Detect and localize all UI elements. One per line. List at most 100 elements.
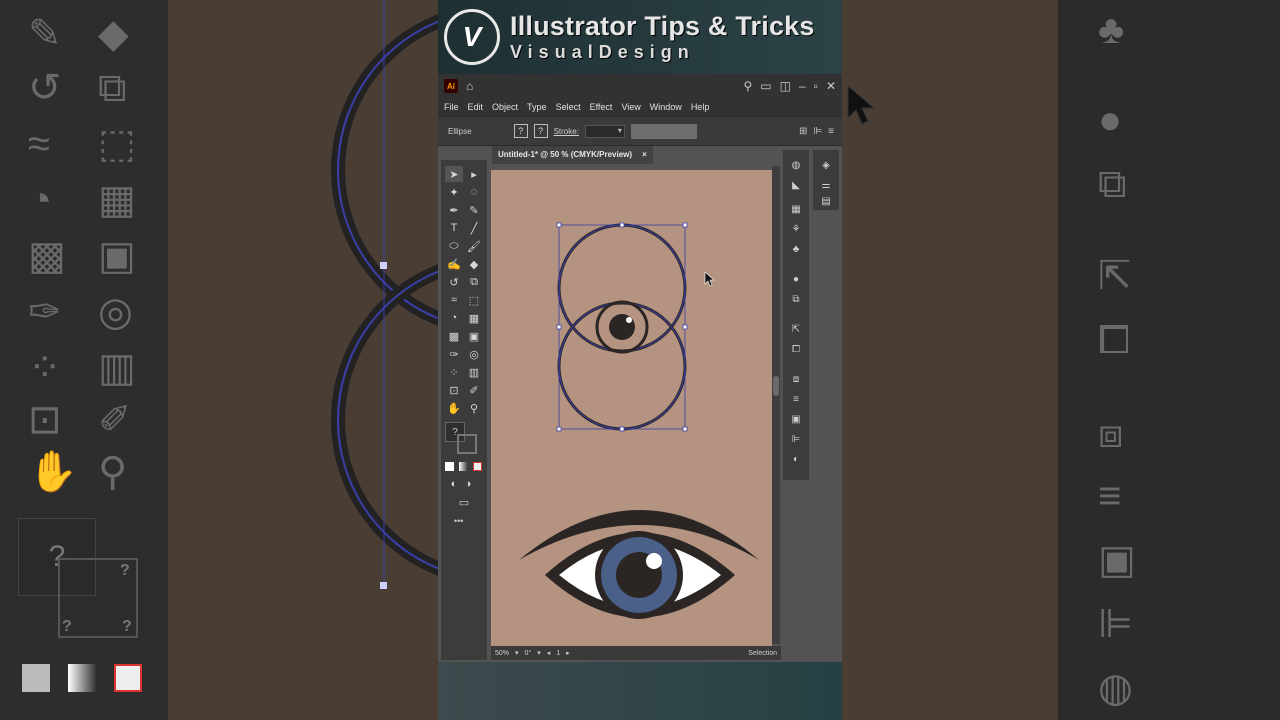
close-document-icon[interactable]: × [642,150,647,160]
zoom-dropdown-icon[interactable]: ▾ [515,649,519,657]
transform-icon[interactable]: ⊫ [813,126,822,137]
swatches-icon[interactable]: ▦ [788,202,804,216]
pathfinder-icon[interactable]: ⧈ [788,372,804,386]
color-guide-icon[interactable]: ◣ [788,178,804,192]
artboard-nav-prev-icon[interactable]: ◂ [547,649,551,657]
background-right: ♣ ● ⧉ ⇱ ⧠ ⧈ ≡ ▣ ⊫ ◍ [842,0,1280,720]
artboard-nav-next-icon[interactable]: ▸ [566,649,570,657]
asset-export-icon[interactable]: ⇱ [788,322,804,336]
gradient-tool-icon[interactable]: ▣ [465,328,483,344]
stroke-box[interactable]: ? [533,124,548,138]
gradient-panel-icon[interactable]: ▣ [788,412,804,426]
eraser-tool-icon[interactable]: ◆ [465,256,483,272]
variable-width-dropdown[interactable] [630,123,697,139]
curvature-tool-icon[interactable]: ✎ [465,202,483,218]
menu-effect[interactable]: Effect [590,102,613,112]
symbols-icon[interactable]: ♣ [788,242,804,256]
menu-edit[interactable]: Edit [468,102,484,112]
align-panel-icon[interactable]: ⊫ [788,432,804,446]
stroke-weight-dropdown[interactable]: ▾ [584,124,625,138]
menu-window[interactable]: Window [650,102,682,112]
maximize-icon[interactable]: ▫ [814,79,818,93]
vertical-scrollbar[interactable] [772,166,780,644]
construction-circles[interactable] [556,222,688,432]
canvas-area[interactable] [491,170,772,646]
scroll-thumb[interactable] [773,376,779,396]
eye-illustration[interactable] [519,510,759,619]
minimize-icon[interactable]: – [799,79,806,93]
search-icon[interactable]: ⚲ [744,79,753,93]
fill-box[interactable]: ? [513,124,528,138]
screen-mode-icon[interactable]: ▭ [455,494,473,510]
type-tool-icon[interactable]: T [445,220,463,236]
rotation-dropdown-icon[interactable]: ▾ [537,649,541,657]
menu-type[interactable]: Type [527,102,547,112]
gradient-mode-icon[interactable] [459,462,468,471]
zoom-level[interactable]: 50% [495,650,509,657]
draw-behind-icon[interactable]: ◑ [459,476,477,492]
menu-help[interactable]: Help [691,102,710,112]
libraries-icon[interactable]: ▤ [818,194,834,208]
brushes-icon[interactable]: ⚘ [788,222,804,236]
bg-club-icon: ♣ [1098,8,1125,52]
bg-warp-icon: ≈ [28,122,50,166]
artboard[interactable] [491,170,772,646]
bg-question-c: ? [122,618,132,635]
status-bar: 50% ▾ 0° ▾ ◂ 1 ▸ Selection [491,646,781,660]
edit-toolbar-icon[interactable]: ••• [454,516,463,526]
free-transform-tool-icon[interactable]: ⬚ [465,292,483,308]
slice-tool-icon[interactable]: ✐ [465,382,483,398]
shape-builder-tool-icon[interactable]: ◔ [445,310,463,326]
home-icon[interactable]: ⌂ [466,79,473,93]
layers-icon[interactable]: ◈ [818,158,834,172]
bg-appearance-icon: ◍ [1098,666,1133,710]
pen-tool-icon[interactable]: ✒ [445,202,463,218]
symbol-sprayer-tool-icon[interactable]: ⁘ [445,364,463,380]
selection-tool-icon[interactable]: ➤ [445,166,463,182]
menu-view[interactable]: View [621,102,640,112]
rotate-tool-icon[interactable]: ↺ [445,274,463,290]
menu-file[interactable]: File [444,102,459,112]
color-panel-icon[interactable]: ◍ [788,158,804,172]
menu-select[interactable]: Select [556,102,581,112]
hand-tool-icon[interactable]: ✋ [445,400,463,416]
eyedropper-tool-icon[interactable]: ✑ [445,346,463,362]
line-tool-icon[interactable]: ╱ [465,220,483,236]
artwork[interactable] [491,170,772,646]
none-mode-icon[interactable] [473,462,482,471]
bg-eyedropper-icon: ✑ [28,290,62,334]
scale-tool-icon[interactable]: ⧉ [465,274,483,290]
appearance-panel-icon[interactable]: ◐ [788,452,804,466]
shaper-tool-icon[interactable]: ✍ [445,256,463,272]
close-window-icon[interactable]: ✕ [826,79,836,93]
mesh-tool-icon[interactable]: ▩ [445,328,463,344]
zoom-tool-icon[interactable]: ⚲ [465,400,483,416]
artboards-panel-icon[interactable]: ⧠ [788,342,804,356]
menu-object[interactable]: Object [492,102,518,112]
warp-tool-icon[interactable]: ≈ [445,292,463,308]
bg-graph-icon: ▥ [98,346,136,390]
image-trace-icon[interactable]: ⧉ [788,292,804,306]
document-tab[interactable]: Untitled-1* @ 50 % (CMYK/Preview) × [492,146,653,164]
stroke-swatch[interactable] [457,434,477,454]
color-mode-icon[interactable] [445,462,454,471]
magic-wand-tool-icon[interactable]: ✦ [445,184,463,200]
align-icon[interactable]: ⊞ [799,126,807,137]
panel-menu-icon[interactable]: ≡ [828,126,834,137]
app-icon[interactable]: Ai [444,79,458,93]
ellipse-tool-icon[interactable]: ⬭ [445,238,463,254]
paintbrush-tool-icon[interactable]: 🖌 [465,238,483,254]
rotation-value[interactable]: 0° [525,650,532,657]
direct-selection-tool-icon[interactable]: ▸ [465,166,483,182]
blend-tool-icon[interactable]: ◎ [465,346,483,362]
lasso-tool-icon[interactable]: ◌ [465,184,483,200]
column-graph-tool-icon[interactable]: ▥ [465,364,483,380]
stroke-panel-icon[interactable]: ≡ [788,392,804,406]
properties-icon[interactable]: ⚌ [818,178,834,192]
workspace-icon[interactable]: ◫ [780,79,791,93]
graphic-styles-icon[interactable]: ● [788,272,804,286]
perspective-grid-tool-icon[interactable]: ▦ [465,310,483,326]
artboard-tool-icon[interactable]: ⊡ [445,382,463,398]
arrange-documents-icon[interactable]: ▭ [760,79,771,93]
artboard-number[interactable]: 1 [556,650,560,657]
